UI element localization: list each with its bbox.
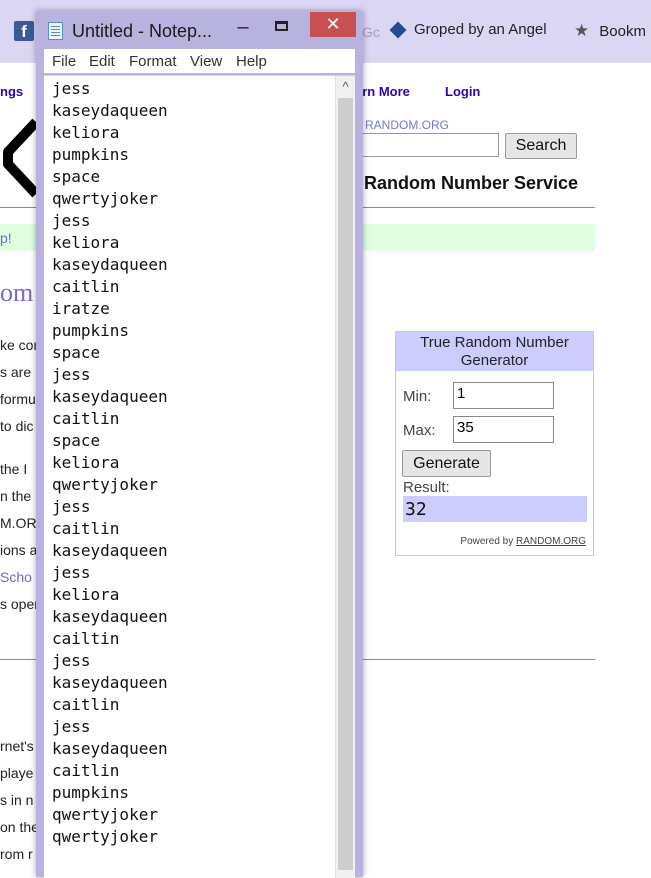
body-text: playe — [0, 765, 34, 781]
text-line: caitlin — [52, 695, 120, 714]
widget-title: True Random Number Generator — [396, 332, 593, 371]
page-heading: om — [0, 278, 34, 307]
bookmark-fragment[interactable]: Gc — [362, 24, 380, 40]
max-input[interactable]: 35 — [453, 416, 554, 443]
text-line: space — [52, 431, 101, 450]
text-area[interactable]: jess kaseydaqueen keliora pumpkins space qwer… — [44, 75, 355, 878]
notepad-window: Untitled - Notep... – ✕ File Edit Format… — [36, 11, 363, 878]
min-input[interactable]: 1 — [453, 382, 554, 409]
search-with-label: h RANDOM.ORG — [355, 118, 450, 132]
search-button[interactable]: Search — [505, 133, 577, 159]
body-text: on the — [0, 819, 39, 835]
bookmarks-folder[interactable]: ★ Bookm — [574, 21, 646, 41]
text-line: kaseydaqueen — [52, 387, 168, 406]
max-label: Max: — [403, 422, 436, 439]
result-label: Result: — [403, 479, 450, 496]
result-value: 32 — [403, 496, 587, 522]
text-line: jess — [52, 365, 91, 384]
search-input[interactable] — [355, 133, 499, 157]
body-text: rom r — [0, 846, 33, 862]
text-line: caitlin — [52, 761, 120, 780]
body-text: s oper — [0, 596, 39, 612]
powered-by-label: Powered by — [460, 536, 514, 547]
text-line: jess — [52, 497, 91, 516]
notice-text: p! — [0, 230, 12, 246]
text-line: jess — [52, 79, 91, 98]
body-text: ions a — [0, 542, 38, 558]
window-title: Untitled - Notep... — [72, 21, 213, 41]
body-text: s are — [0, 364, 32, 380]
text-line: pumpkins — [52, 321, 130, 340]
body-text: to dic — [0, 418, 34, 434]
text-line: keliora — [52, 453, 120, 472]
star-icon: ★ — [574, 21, 590, 40]
text-line: kaseydaqueen — [52, 739, 168, 758]
menu-format[interactable]: Format — [129, 53, 177, 70]
text-content[interactable]: jess kaseydaqueen keliora pumpkins space qwer… — [52, 78, 168, 848]
body-text: n the — [0, 488, 32, 504]
close-button[interactable]: ✕ — [310, 12, 356, 37]
body-link[interactable]: Scho — [0, 569, 32, 585]
text-line: keliora — [52, 233, 120, 252]
body-text: s in n — [0, 792, 34, 808]
bookmark-groped-by-an-angel[interactable]: Groped by an Angel — [389, 21, 547, 38]
bookmark-label: Groped by an Angel — [414, 21, 547, 38]
powered-by: Powered by RANDOM.ORG — [460, 536, 586, 547]
text-line: cailtin — [52, 629, 120, 648]
menu-edit[interactable]: Edit — [89, 53, 115, 70]
text-line: jess — [52, 563, 91, 582]
text-line: iratze — [52, 299, 110, 318]
text-line: keliora — [52, 585, 120, 604]
body-text: ke cor — [0, 337, 39, 353]
menu-help[interactable]: Help — [236, 53, 267, 70]
nav-link-learn-more[interactable]: arn More — [355, 84, 410, 99]
text-line: kaseydaqueen — [52, 541, 168, 560]
body-text: the I — [0, 461, 28, 477]
text-line: kaseydaqueen — [52, 673, 168, 692]
text-line: pumpkins — [52, 145, 130, 164]
body-text: formu — [0, 391, 36, 407]
minimize-button[interactable]: – — [229, 16, 257, 38]
text-line: caitlin — [52, 519, 120, 538]
scroll-thumb[interactable] — [338, 98, 353, 870]
text-line: keliora — [52, 123, 120, 142]
true-random-widget: True Random Number Generator Min: 1 Max:… — [395, 331, 594, 556]
generate-button[interactable]: Generate — [402, 450, 491, 477]
nav-link-login[interactable]: Login — [445, 84, 480, 99]
text-line: qwertyjoker — [52, 189, 158, 208]
bookmark-diamond-icon — [389, 21, 407, 38]
menu-view[interactable]: View — [190, 53, 222, 70]
text-line: pumpkins — [52, 783, 130, 802]
nav-link-settings[interactable]: ngs — [0, 84, 23, 99]
text-line: kaseydaqueen — [52, 101, 168, 120]
text-line: space — [52, 167, 101, 186]
text-line: qwertyjoker — [52, 475, 158, 494]
notepad-icon — [48, 22, 63, 40]
text-line: jess — [52, 717, 91, 736]
scroll-up-arrow-icon[interactable]: ^ — [336, 76, 355, 96]
text-line: caitlin — [52, 409, 120, 428]
text-line: qwertyjoker — [52, 827, 158, 846]
text-line: jess — [52, 211, 91, 230]
maximize-button[interactable] — [268, 15, 296, 37]
text-line: caitlin — [52, 277, 120, 296]
menu-bar: File Edit Format View Help — [44, 49, 355, 73]
menu-file[interactable]: File — [52, 53, 76, 70]
text-line: kaseydaqueen — [52, 607, 168, 626]
facebook-icon[interactable]: f — [14, 21, 34, 41]
bookmark-label: Bookm — [599, 22, 646, 40]
text-line: space — [52, 343, 101, 362]
body-text: rnet's — [0, 738, 34, 754]
text-line: qwertyjoker — [52, 805, 158, 824]
text-line: jess — [52, 651, 91, 670]
vertical-scrollbar[interactable]: ^ — [335, 76, 355, 878]
random-org-link[interactable]: RANDOM.ORG — [516, 536, 586, 547]
min-label: Min: — [403, 388, 432, 405]
service-title: Random Number Service — [364, 173, 579, 193]
text-line: kaseydaqueen — [52, 255, 168, 274]
